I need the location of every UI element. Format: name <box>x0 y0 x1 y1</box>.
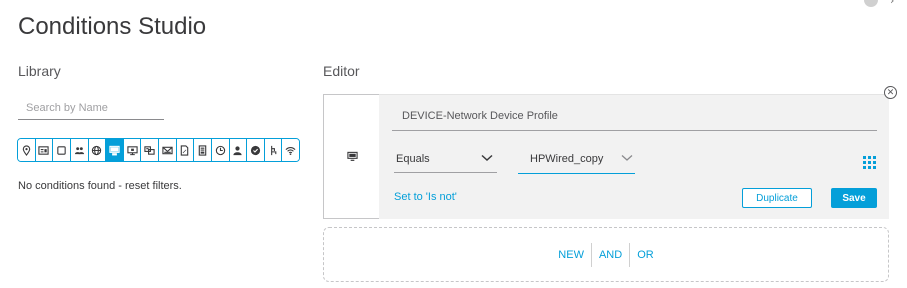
editor-label: Editor <box>323 63 360 79</box>
empty-conditions-message: No conditions found - reset filters. <box>18 180 182 192</box>
filter-device-card-button[interactable] <box>141 139 159 161</box>
user-group-icon <box>74 146 84 154</box>
operator-value: Equals <box>396 153 430 165</box>
expand-icon[interactable]: › <box>890 0 894 7</box>
duplicate-button[interactable]: Duplicate <box>742 188 812 208</box>
filter-monitor-button[interactable] <box>106 139 124 161</box>
filter-location-pin-button[interactable] <box>18 139 36 161</box>
filter-id-card-button[interactable] <box>35 139 54 161</box>
document-edit-icon <box>181 144 189 156</box>
chevron-down-icon <box>621 154 633 162</box>
and-condition-button[interactable]: AND <box>592 243 629 267</box>
globe-icon <box>92 145 102 155</box>
value-select[interactable]: HPWired_copy <box>518 149 635 174</box>
filter-network-tree-button[interactable] <box>264 139 283 161</box>
network-tree-icon <box>270 145 276 155</box>
clock-icon <box>215 145 225 155</box>
filter-square-button[interactable] <box>53 139 71 161</box>
search-field <box>18 97 164 120</box>
filter-user-group-button[interactable] <box>70 139 89 161</box>
filter-globe-button[interactable] <box>88 139 107 161</box>
library-label: Library <box>18 63 61 79</box>
page-title: Conditions Studio <box>18 13 207 40</box>
filter-screen-button[interactable] <box>123 139 142 161</box>
filter-clock-button[interactable] <box>211 139 230 161</box>
help-icon[interactable] <box>864 0 878 7</box>
close-icon: ✕ <box>886 87 895 97</box>
filter-envelope-button[interactable] <box>159 139 177 161</box>
wifi-icon <box>285 146 296 155</box>
close-condition-button[interactable]: ✕ <box>884 86 897 99</box>
value-text: HPWired_copy <box>530 153 604 165</box>
new-condition-box: NEW AND OR <box>323 227 889 282</box>
new-condition-button[interactable]: NEW <box>551 243 591 267</box>
device-card-icon <box>144 145 155 155</box>
envelope-icon <box>162 146 173 154</box>
filter-user-button[interactable] <box>229 139 248 161</box>
filter-check-badge-button[interactable] <box>247 139 265 161</box>
library-filter-bar <box>17 138 300 162</box>
search-input[interactable] <box>18 97 164 119</box>
filter-document-edit-button[interactable] <box>176 139 195 161</box>
check-badge-icon <box>250 145 261 155</box>
filter-wifi-button[interactable] <box>282 139 299 161</box>
id-card-icon <box>38 145 50 155</box>
grid-icon[interactable] <box>863 156 876 169</box>
top-right-icons: › <box>864 0 894 7</box>
operator-select[interactable]: Equals <box>394 149 497 173</box>
condition-icon-box <box>323 94 380 219</box>
user-icon <box>233 145 242 155</box>
save-button[interactable]: Save <box>831 188 877 208</box>
location-pin-icon <box>22 144 31 156</box>
chevron-down-icon <box>481 154 493 162</box>
filter-document-list-button[interactable] <box>194 139 212 161</box>
square-icon <box>57 145 66 155</box>
set-is-not-link[interactable]: Set to 'Is not' <box>394 191 457 203</box>
or-condition-button[interactable]: OR <box>630 243 661 267</box>
screen-icon <box>126 145 138 155</box>
document-list-icon <box>198 144 207 156</box>
attribute-field[interactable]: DEVICE-Network Device Profile <box>392 104 877 131</box>
monitor-icon <box>109 145 120 155</box>
monitor-icon <box>346 151 358 161</box>
